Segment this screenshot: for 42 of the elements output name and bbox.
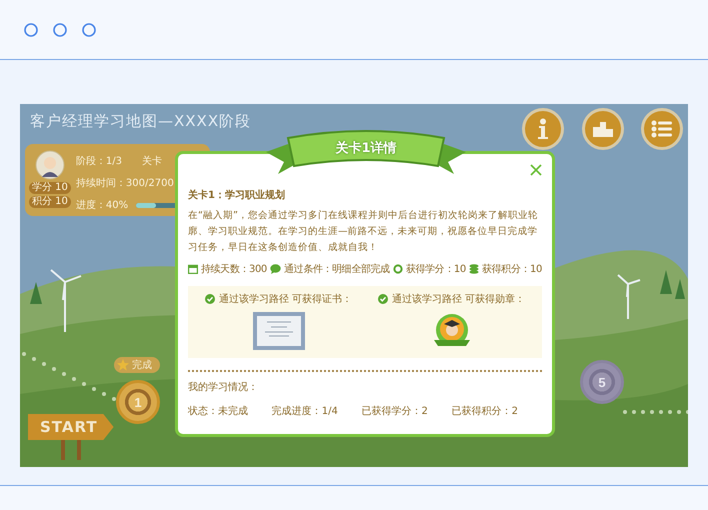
podium-icon bbox=[592, 121, 614, 137]
window-controls-icon bbox=[23, 22, 97, 38]
certificate-drawing bbox=[252, 312, 304, 350]
list-icon bbox=[651, 120, 673, 138]
close-button[interactable] bbox=[528, 162, 544, 178]
reward-label: 通过该学习路径 可获得勋章： bbox=[392, 292, 526, 306]
map-title: 客户经理学习地图—XXXX阶段 bbox=[30, 112, 252, 131]
check-circle-icon bbox=[204, 294, 215, 304]
stage-text: 阶段：1/3 bbox=[76, 155, 122, 168]
wind-turbine-icon bbox=[617, 274, 641, 320]
points-badge: 积分 10 bbox=[29, 196, 71, 208]
study-status-text: 已获得积分：2 bbox=[452, 404, 518, 418]
reward-label: 通过该学习路径 可获得证书： bbox=[218, 292, 352, 306]
stat-text: 通过条件：明细全部完成 bbox=[284, 262, 390, 276]
dialog-title: 关卡1详情 bbox=[335, 140, 397, 157]
stat-text: 获得学分：10 bbox=[406, 262, 466, 276]
chat-bubble-icon bbox=[270, 264, 282, 274]
calendar-icon bbox=[188, 264, 198, 274]
stat-text: 获得积分：10 bbox=[482, 262, 542, 276]
tree-icon bbox=[675, 279, 685, 299]
tree-icon bbox=[660, 270, 672, 294]
stat-text: 持续天数：300 bbox=[201, 262, 267, 276]
level-label: 关卡 bbox=[142, 154, 162, 168]
avatar-icon bbox=[34, 150, 65, 180]
level-description: 在“融入期”，您会通过学习多门在线课程并则中后台进行初次轮岗来了解职业轮廓、学习职业规范。在学习的生涯—前路不远，未来可期，祝愿各位早日完成学习任务，早日在这条创造价值、成就自我！ bbox=[188, 209, 539, 255]
check-circle-icon bbox=[378, 294, 388, 304]
progress-text: 进度：40% bbox=[76, 198, 128, 212]
done-tag: 完成 bbox=[114, 357, 160, 373]
study-status-text: 完成进度：1/4 bbox=[272, 404, 338, 418]
duration-text: 持续时间：300/2700 bbox=[76, 176, 175, 190]
credits-badge: 学分 10 bbox=[29, 182, 71, 194]
study-status-text: 已获得学分：2 bbox=[362, 404, 428, 418]
ring-icon bbox=[392, 264, 403, 274]
close-icon bbox=[530, 164, 542, 176]
info-icon bbox=[536, 118, 550, 140]
wind-turbine-icon bbox=[50, 269, 82, 333]
level-heading: 关卡1：学习职业规划 bbox=[188, 188, 286, 202]
my-study-title: 我的学习情况： bbox=[188, 380, 259, 394]
tree-icon bbox=[30, 282, 42, 304]
coins-icon bbox=[469, 264, 480, 274]
start-sign[interactable]: START bbox=[28, 414, 114, 440]
study-status-text: 状态：未完成 bbox=[188, 404, 248, 418]
